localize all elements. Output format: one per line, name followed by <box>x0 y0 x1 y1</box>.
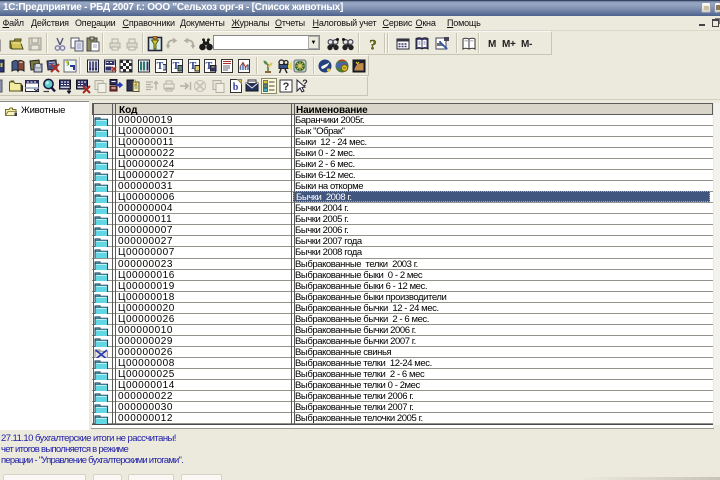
svg-text:?: ? <box>369 38 377 53</box>
svg-text:b: b <box>233 82 239 93</box>
svg-text:?: ? <box>283 81 290 93</box>
svg-text:T: T <box>157 61 164 72</box>
svg-text:?: ? <box>302 78 308 88</box>
